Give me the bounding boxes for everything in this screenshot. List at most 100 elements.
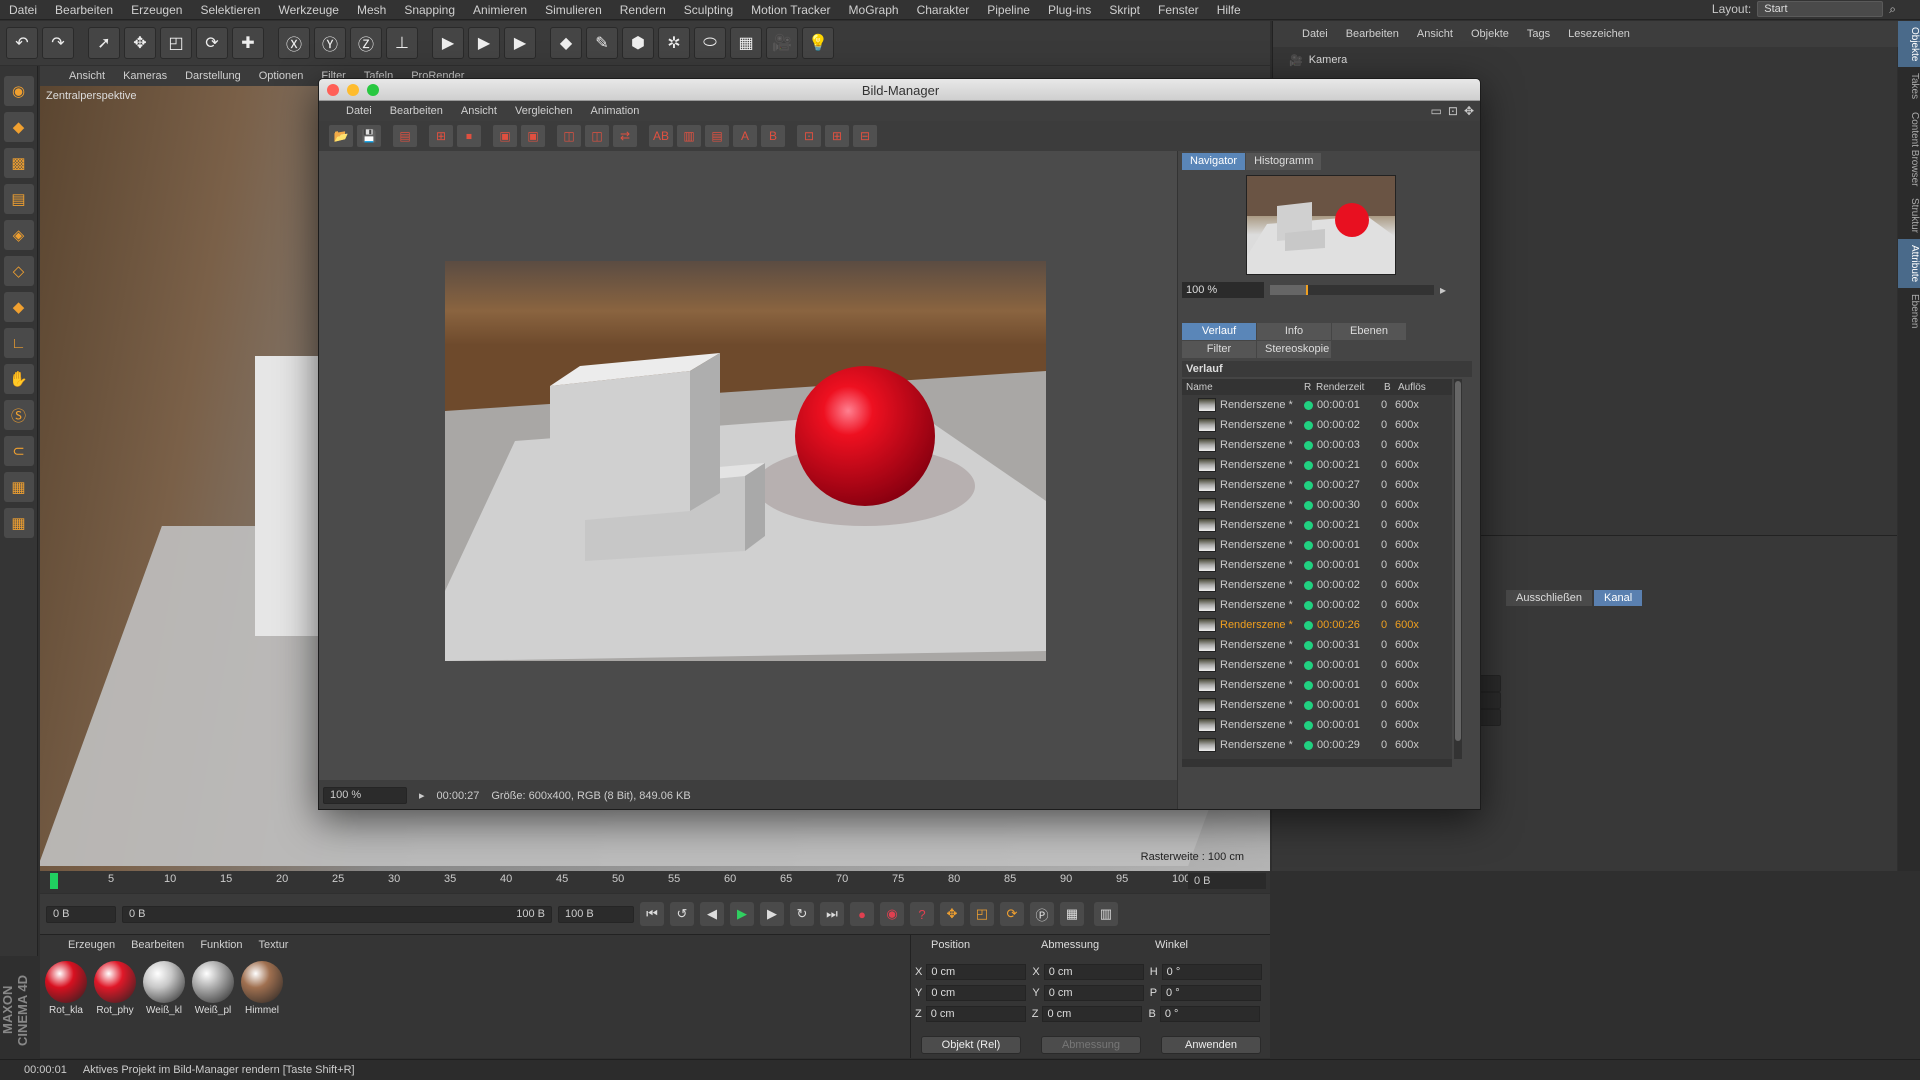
start-frame-field[interactable]: 0 B — [46, 905, 116, 923]
search-icon[interactable]: ⌕ — [1889, 2, 1896, 17]
workplane-lock-icon[interactable]: ▦ — [3, 508, 34, 538]
material-menu-item-3[interactable]: Textur — [251, 939, 297, 951]
material-menu-item-0[interactable]: Erzeugen — [60, 939, 123, 951]
next-frame-icon[interactable]: ▶ — [760, 902, 784, 926]
cube-icon[interactable]: ◆ — [550, 27, 582, 59]
history-row[interactable]: Renderszene * 00:00:01 0 600x — [1182, 715, 1452, 735]
viewport-menu-item-3[interactable]: Optionen — [250, 70, 313, 82]
view-mode-icon[interactable]: ◉ — [3, 76, 34, 106]
navigator-zoom-field[interactable]: 100 % — [1182, 282, 1264, 298]
history-row[interactable]: Renderszene * 00:00:31 0 600x — [1182, 635, 1452, 655]
save-file-icon[interactable]: 💾 — [357, 125, 381, 147]
attribute-tab-1[interactable]: Kanal — [1594, 590, 1643, 606]
angle-field[interactable]: 0 ° — [1161, 985, 1262, 1001]
object-row-camera[interactable]: 🎥 Kamera — [1289, 51, 1347, 69]
spline-pen-icon[interactable]: ✎ — [586, 27, 618, 59]
layout-dropdown[interactable]: Start — [1757, 1, 1884, 17]
menu-item-2[interactable]: Erzeugen — [122, 3, 191, 17]
render-canvas[interactable] — [319, 151, 1177, 780]
right-tab-1[interactable]: Takes — [1898, 67, 1920, 105]
history-column-header[interactable]: Auflös — [1394, 382, 1434, 393]
material-item[interactable]: Rot_kla — [44, 961, 88, 1016]
model-mode-icon[interactable]: ◆ — [3, 112, 34, 142]
axis-mode-icon[interactable]: ∟ — [3, 328, 34, 358]
menu-item-10[interactable]: Sculpting — [675, 3, 742, 17]
auto-keyframe-icon[interactable]: ◉ — [880, 902, 904, 926]
zoom-arrow-icon[interactable]: ▸ — [1440, 283, 1446, 297]
compare-swap-icon[interactable]: ⇄ — [613, 125, 637, 147]
history-row[interactable]: Renderszene * 00:00:01 0 600x — [1182, 675, 1452, 695]
panel-expand-icon[interactable]: ⊡ — [1448, 104, 1458, 118]
menu-item-0[interactable]: Datei — [0, 3, 46, 17]
menu-item-5[interactable]: Mesh — [348, 3, 395, 17]
deformer-icon[interactable]: ⬭ — [694, 27, 726, 59]
camera-icon[interactable]: 🎥 — [766, 27, 798, 59]
render-settings-icon[interactable]: ▶ — [504, 27, 536, 59]
point-level-key-icon[interactable]: ▦ — [1060, 902, 1084, 926]
panel-layout-icon[interactable]: ▭ — [1431, 104, 1442, 118]
history-row[interactable]: Renderszene * 00:00:26 0 600x — [1182, 615, 1452, 635]
undo-icon[interactable]: ↶ — [6, 27, 38, 59]
polygons-mode-icon[interactable]: ◆ — [3, 292, 34, 322]
object-menu-item-1[interactable]: Bearbeiten — [1337, 28, 1408, 40]
render-region-icon[interactable]: ⊞ — [429, 125, 453, 147]
bild-manager-menu-item-2[interactable]: Ansicht — [452, 105, 506, 117]
magnet-icon[interactable]: ⊂ — [3, 436, 34, 466]
menu-item-8[interactable]: Simulieren — [536, 3, 611, 17]
history-row[interactable]: Renderszene * 00:00:21 0 600x — [1182, 515, 1452, 535]
viewport-menu-item-0[interactable]: Ansicht — [60, 70, 114, 82]
size-field[interactable]: 0 cm — [1043, 964, 1144, 980]
history-row[interactable]: Renderszene * 00:00:27 0 600x — [1182, 475, 1452, 495]
rotation-key-icon[interactable]: ⟳ — [1000, 902, 1024, 926]
history-column-header[interactable]: R — [1300, 382, 1312, 393]
bild-manager-menu-item-3[interactable]: Vergleichen — [506, 105, 582, 117]
object-menu-item-2[interactable]: Ansicht — [1408, 28, 1462, 40]
edges-mode-icon[interactable]: ◇ — [3, 256, 34, 286]
compare-a-icon[interactable]: ◫ — [557, 125, 581, 147]
zoom-field[interactable]: 100 % — [323, 787, 407, 804]
coordinate-system-icon[interactable]: ⊥ — [386, 27, 418, 59]
history-row[interactable]: Renderszene * 00:00:01 0 600x — [1182, 395, 1452, 415]
history-row[interactable]: Renderszene * 00:00:29 0 600x — [1182, 735, 1452, 755]
timeline-ruler[interactable]: 0510152025303540455055606570758085909510… — [40, 871, 1270, 893]
menu-item-1[interactable]: Bearbeiten — [46, 3, 122, 17]
right-tab-3[interactable]: Struktur — [1898, 192, 1920, 239]
panel-move-icon[interactable]: ✥ — [1464, 104, 1474, 118]
material-item[interactable]: Weiß_pl — [191, 961, 235, 1016]
history-row[interactable]: Renderszene * 00:00:01 0 600x — [1182, 655, 1452, 675]
size-field[interactable]: 0 cm — [1042, 1006, 1143, 1022]
history-horizontal-scrollbar[interactable] — [1182, 759, 1452, 767]
menu-item-4[interactable]: Werkzeuge — [269, 3, 347, 17]
history-row[interactable]: Renderszene * 00:00:01 0 600x — [1182, 555, 1452, 575]
coordinate-mode-dropdown[interactable]: Objekt (Rel) — [921, 1036, 1021, 1054]
angle-field[interactable]: 0 ° — [1161, 964, 1262, 980]
open-file-icon[interactable]: 📂 — [329, 125, 353, 147]
history-column-header[interactable]: Renderzeit — [1312, 382, 1380, 393]
attribute-tab-0[interactable]: Ausschließen — [1506, 590, 1593, 606]
menu-item-15[interactable]: Plug-ins — [1039, 3, 1100, 17]
material-item[interactable]: Rot_phy — [93, 961, 137, 1016]
menu-item-14[interactable]: Pipeline — [978, 3, 1039, 17]
stop-render-icon[interactable]: ⏹ — [457, 125, 481, 147]
position-key-icon[interactable]: ✥ — [940, 902, 964, 926]
go-to-end-icon[interactable]: ⏭ — [820, 902, 844, 926]
menu-item-17[interactable]: Fenster — [1149, 3, 1208, 17]
floor-icon[interactable]: ▦ — [730, 27, 762, 59]
render-selection-icon[interactable]: ▣ — [521, 125, 545, 147]
z-axis-lock-icon[interactable]: Ⓩ — [350, 27, 382, 59]
menu-item-6[interactable]: Snapping — [395, 3, 464, 17]
timeline-icon[interactable]: ▥ — [1094, 902, 1118, 926]
material-menu-item-1[interactable]: Bearbeiten — [123, 939, 192, 951]
subdivision-icon[interactable]: ⬢ — [622, 27, 654, 59]
navigator-zoom-slider[interactable] — [1270, 285, 1434, 295]
tab-navigator[interactable]: Navigator — [1182, 153, 1246, 170]
record-keyframe-icon[interactable]: ● — [850, 902, 874, 926]
size-field[interactable]: 0 cm — [1043, 985, 1144, 1001]
history-scroll-thumb[interactable] — [1455, 381, 1461, 741]
window-titlebar[interactable]: Bild-Manager — [319, 79, 1480, 101]
menu-item-3[interactable]: Selektieren — [191, 3, 269, 17]
full-view-icon[interactable]: ⊞ — [825, 125, 849, 147]
history-row[interactable]: Renderszene * 00:00:01 0 600x — [1182, 535, 1452, 555]
move-tool-icon[interactable]: ✥ — [124, 27, 156, 59]
end-frame-field[interactable]: 100 B — [558, 905, 634, 923]
